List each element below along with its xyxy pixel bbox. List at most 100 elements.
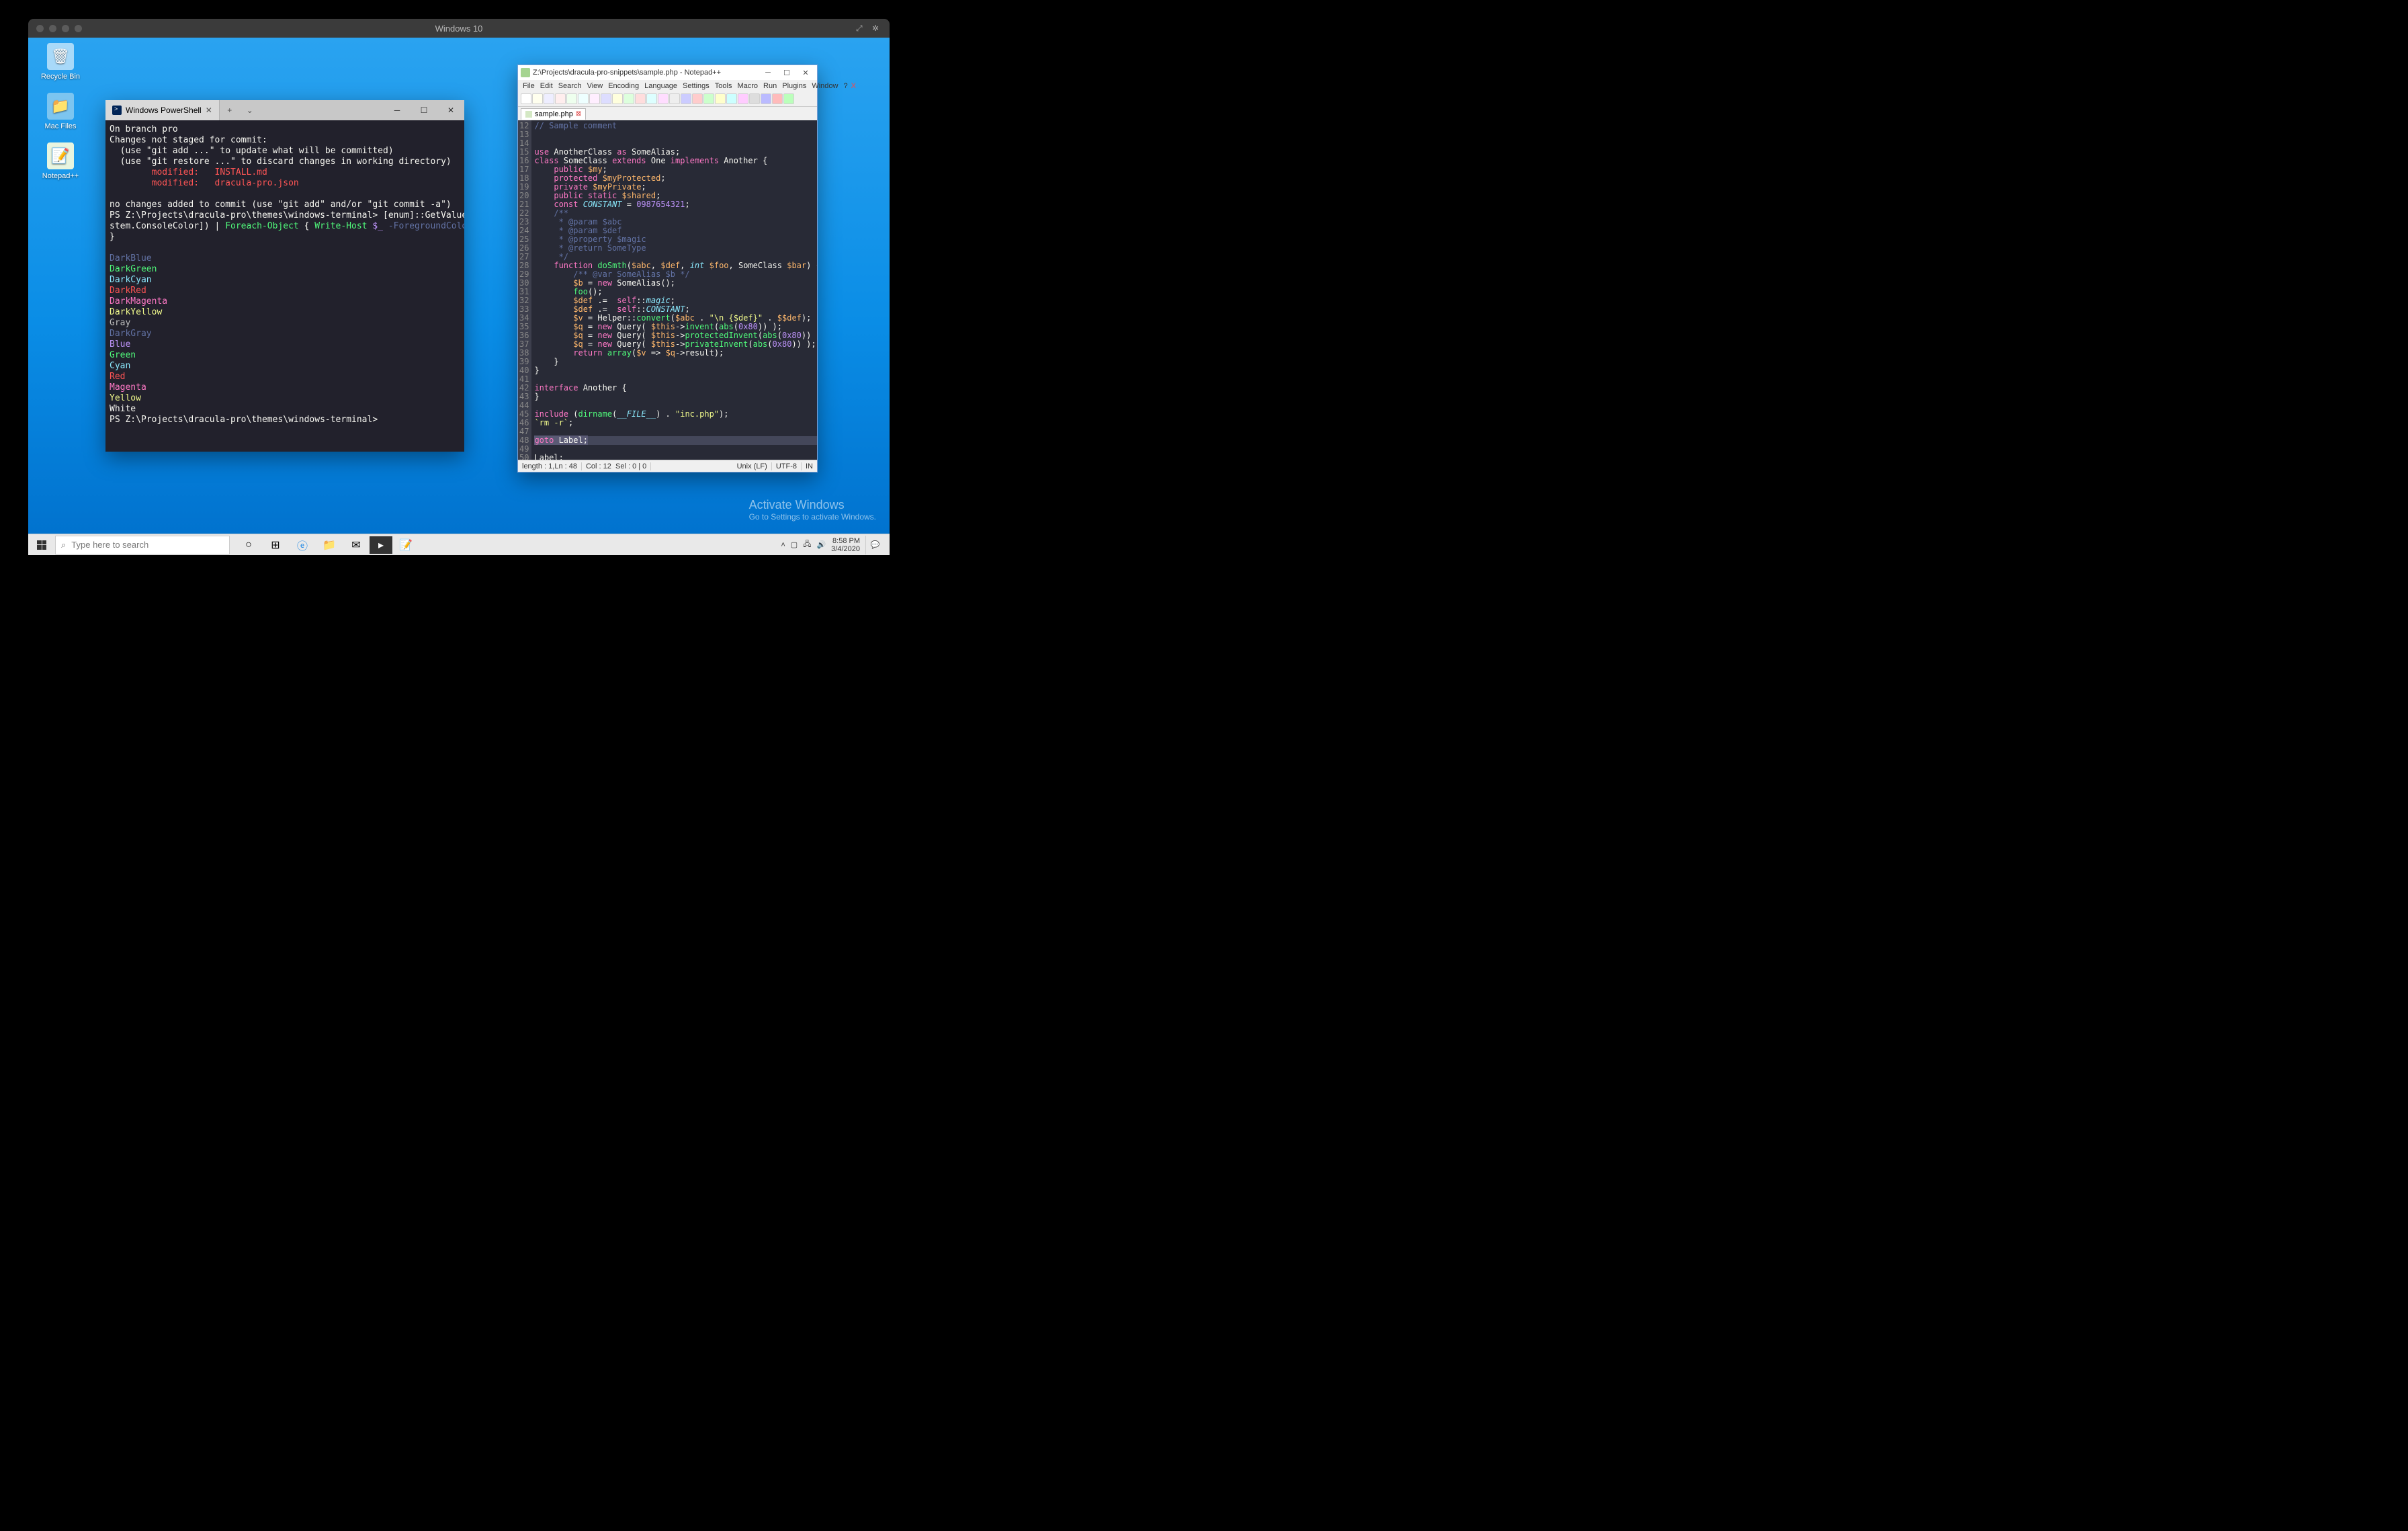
- toolbar-button[interactable]: [589, 93, 600, 104]
- status-length: length : 1,Ln : 48: [518, 462, 582, 470]
- toolbar-button[interactable]: [521, 93, 531, 104]
- menu-settings[interactable]: Settings: [681, 82, 712, 90]
- menu-language[interactable]: Language: [642, 82, 679, 90]
- search-icon: ⌕: [61, 540, 66, 550]
- menu-close-icon[interactable]: X: [851, 82, 856, 90]
- tray-chevron-icon[interactable]: ˄: [781, 541, 785, 549]
- menu-tools[interactable]: Tools: [713, 82, 734, 90]
- powershell-icon: [112, 106, 122, 115]
- notepadpp-icon: [521, 68, 530, 77]
- menu-encoding[interactable]: Encoding: [606, 82, 641, 90]
- clock[interactable]: 8:58 PM 3/4/2020: [831, 537, 860, 553]
- network-icon[interactable]: 🖧: [803, 538, 811, 551]
- menu-file[interactable]: File: [521, 82, 537, 90]
- toolbar-button[interactable]: [635, 93, 646, 104]
- line-number-gutter: 1213141516171819202122232425262728293031…: [518, 120, 531, 460]
- terminal-tab[interactable]: Windows PowerShell ✕: [105, 100, 220, 120]
- terminal-taskbar-icon[interactable]: ▸: [370, 536, 392, 554]
- menu-?[interactable]: ?: [841, 82, 849, 90]
- desktop-icon-recycle-bin[interactable]: 🗑 Recycle Bin: [35, 43, 86, 81]
- edge-icon[interactable]: ⓔ: [289, 534, 316, 556]
- desktop-icon-mac-files[interactable]: 📁 Mac Files: [35, 93, 86, 130]
- menu-plugins[interactable]: Plugins: [780, 82, 808, 90]
- terminal-tabbar: Windows PowerShell ✕ + ⌄ ─ ☐ ✕: [105, 100, 464, 120]
- tab-dropdown-icon[interactable]: ⌄: [240, 100, 260, 120]
- toolbar-button[interactable]: [646, 93, 657, 104]
- npp-title: Z:\Projects\dracula-pro-snippets\sample.…: [533, 69, 721, 77]
- toolbar-button[interactable]: [544, 93, 554, 104]
- explorer-icon[interactable]: 📁: [316, 534, 343, 556]
- toolbar-button[interactable]: [658, 93, 669, 104]
- toolbar-button[interactable]: [532, 93, 543, 104]
- minimize-button[interactable]: ─: [759, 67, 777, 79]
- maximize-button[interactable]: ☐: [778, 67, 796, 79]
- menu-view[interactable]: View: [585, 82, 605, 90]
- menu-edit[interactable]: Edit: [538, 82, 555, 90]
- toolbar-button[interactable]: [749, 93, 760, 104]
- vm-titlebar: Windows 10 ⤢ ✲: [28, 19, 890, 38]
- toolbar-button[interactable]: [692, 93, 703, 104]
- minimize-button[interactable]: ─: [384, 100, 411, 120]
- toolbar-button[interactable]: [715, 93, 726, 104]
- toolbar-button[interactable]: [703, 93, 714, 104]
- terminal-output[interactable]: On branch pro Changes not staged for com…: [105, 120, 464, 452]
- system-tray: ˄ ▢ 🖧 🔊 8:58 PM 3/4/2020 💬: [775, 536, 890, 554]
- npp-filetabs: sample.php ⊠: [518, 107, 817, 120]
- tab-close-icon[interactable]: ⊠: [576, 110, 581, 118]
- new-tab-button[interactable]: +: [220, 100, 240, 120]
- mail-icon[interactable]: ✉: [343, 534, 370, 556]
- notepadpp-taskbar-icon[interactable]: 📝: [392, 534, 419, 556]
- notepadpp-window: Z:\Projects\dracula-pro-snippets\sample.…: [517, 65, 818, 472]
- desktop-icon-label: Notepad++: [35, 172, 86, 180]
- powershell-window: Windows PowerShell ✕ + ⌄ ─ ☐ ✕ On branch…: [105, 100, 464, 452]
- windows-logo-icon: [37, 540, 46, 550]
- toolbar-button[interactable]: [566, 93, 577, 104]
- file-tab[interactable]: sample.php ⊠: [521, 108, 586, 120]
- toolbar-button[interactable]: [681, 93, 691, 104]
- activate-windows-watermark: Activate Windows Go to Settings to activ…: [749, 498, 876, 522]
- toolbar-button[interactable]: [761, 93, 771, 104]
- menu-macro[interactable]: Macro: [735, 82, 760, 90]
- start-button[interactable]: [28, 534, 55, 556]
- toolbar-button[interactable]: [624, 93, 634, 104]
- status-encoding: UTF-8: [772, 462, 802, 470]
- vm-title: Windows 10: [28, 24, 890, 34]
- folder-icon: 📁: [47, 93, 74, 120]
- toolbar-button[interactable]: [601, 93, 611, 104]
- status-col: Col : 12 Sel : 0 | 0: [582, 462, 651, 470]
- desktop-icon-label: Mac Files: [35, 122, 86, 130]
- task-view-icon[interactable]: ⊞: [262, 534, 289, 556]
- toolbar-button[interactable]: [738, 93, 748, 104]
- npp-titlebar: Z:\Projects\dracula-pro-snippets\sample.…: [518, 65, 817, 80]
- menu-window[interactable]: Window: [810, 82, 840, 90]
- toolbar-button[interactable]: [669, 93, 680, 104]
- cortana-icon[interactable]: ○: [235, 534, 262, 556]
- taskbar: ⌕ Type here to search ○ ⊞ ⓔ 📁 ✉ ▸ 📝 ˄ ▢ …: [28, 534, 890, 555]
- code-area[interactable]: // Sample comment use AnotherClass as So…: [531, 120, 817, 460]
- toolbar-button[interactable]: [726, 93, 737, 104]
- volume-icon[interactable]: 🔊: [816, 540, 826, 549]
- tab-title: Windows PowerShell: [126, 106, 202, 115]
- battery-icon[interactable]: ▢: [791, 540, 798, 549]
- search-box[interactable]: ⌕ Type here to search: [55, 536, 230, 554]
- status-insert: IN: [802, 462, 817, 470]
- desktop-icon-notepadpp[interactable]: 📝 Notepad++: [35, 142, 86, 180]
- toolbar-button[interactable]: [783, 93, 794, 104]
- toolbar-button[interactable]: [578, 93, 589, 104]
- notepadpp-icon: 📝: [47, 142, 74, 169]
- notification-center-icon[interactable]: 💬: [865, 536, 884, 554]
- toolbar-button[interactable]: [555, 93, 566, 104]
- npp-menubar: FileEditSearchViewEncodingLanguageSettin…: [518, 80, 817, 92]
- maximize-button[interactable]: ☐: [411, 100, 437, 120]
- close-button[interactable]: ✕: [437, 100, 464, 120]
- recycle-bin-icon: 🗑: [47, 43, 74, 70]
- menu-search[interactable]: Search: [556, 82, 584, 90]
- npp-toolbar: [518, 92, 817, 107]
- npp-statusbar: length : 1,Ln : 48 Col : 12 Sel : 0 | 0 …: [518, 460, 817, 472]
- toolbar-button[interactable]: [612, 93, 623, 104]
- npp-editor: 1213141516171819202122232425262728293031…: [518, 120, 817, 460]
- tab-close-icon[interactable]: ✕: [206, 106, 212, 115]
- close-button[interactable]: ✕: [797, 67, 814, 79]
- menu-run[interactable]: Run: [761, 82, 779, 90]
- toolbar-button[interactable]: [772, 93, 783, 104]
